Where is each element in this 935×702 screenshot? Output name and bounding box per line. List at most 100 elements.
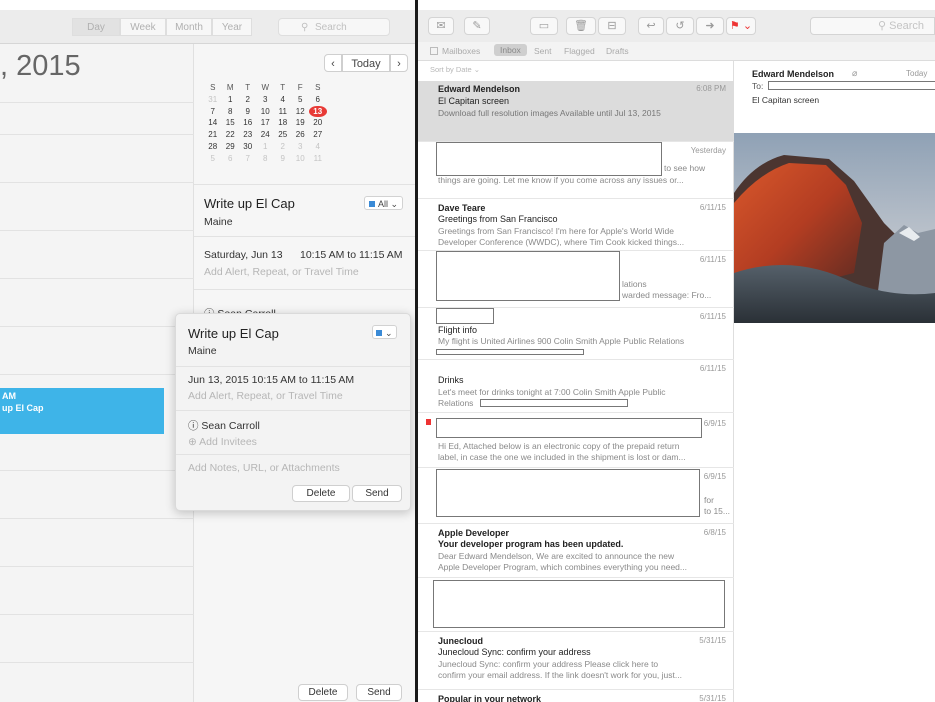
delete-button[interactable]: Delete	[298, 684, 348, 701]
next-button[interactable]: ›	[390, 54, 408, 72]
prev-button[interactable]: ‹	[324, 54, 342, 72]
message-row[interactable]: 6/9/15 for to 15...	[418, 468, 734, 524]
paperclip-icon[interactable]: ⌀	[852, 68, 857, 79]
popover-location[interactable]: Maine	[188, 345, 217, 357]
message-row[interactable]: 6/11/15 Drinks Let's meet for drinks ton…	[418, 360, 734, 413]
event-location[interactable]: Maine	[204, 216, 233, 228]
favorite-flagged[interactable]: Flagged	[564, 46, 595, 56]
mini-day[interactable]: 5	[292, 94, 310, 106]
mini-day[interactable]: 10	[257, 106, 275, 118]
message-row[interactable]: 6/11/15 Flight info My flight is United …	[418, 308, 734, 360]
mini-day[interactable]: 29	[222, 141, 240, 153]
popover-send-button[interactable]: Send	[352, 485, 402, 502]
add-invitees-field[interactable]: ⊕ Add Invitees	[188, 436, 257, 448]
mini-day-today[interactable]: 13	[309, 105, 327, 118]
mini-day[interactable]: 12	[292, 106, 310, 118]
mini-day[interactable]: 17	[257, 117, 275, 129]
mini-day[interactable]: 24	[257, 129, 275, 141]
mini-day[interactable]: 11	[309, 153, 327, 165]
mini-day[interactable]: 4	[274, 94, 292, 106]
mini-day[interactable]: 8	[222, 106, 240, 118]
message-row[interactable]	[418, 578, 734, 632]
mini-day[interactable]: 21	[204, 129, 222, 141]
sort-by-control[interactable]: Sort by Date ⌄	[430, 65, 480, 74]
mini-day[interactable]: 14	[204, 117, 222, 129]
tab-month[interactable]: Month	[166, 18, 212, 36]
today-button[interactable]: Today	[342, 54, 390, 72]
mini-day[interactable]: 11	[274, 106, 292, 118]
reading-from[interactable]: Edward Mendelson	[752, 69, 834, 79]
mini-day[interactable]: 23	[239, 129, 257, 141]
tab-week[interactable]: Week	[120, 18, 166, 36]
mini-day[interactable]: 30	[239, 141, 257, 153]
message-row-selected[interactable]: Edward Mendelson 6:08 PM El Capitan scre…	[418, 81, 734, 142]
tab-day[interactable]: Day	[72, 18, 120, 36]
mini-day[interactable]: 6	[309, 94, 327, 106]
junk-icon[interactable]: ⊟	[598, 17, 626, 35]
mini-day[interactable]: 1	[257, 141, 275, 153]
message-row[interactable]: Apple Developer 6/8/15 Your developer pr…	[418, 524, 734, 578]
archive-icon[interactable]: ▭	[530, 17, 558, 35]
message-row[interactable]: 6/11/15 lations warded message: Fro...	[418, 251, 734, 308]
favorite-drafts[interactable]: Drafts	[606, 46, 629, 56]
message-row[interactable]: Dave Teare 6/11/15 Greetings from San Fr…	[418, 199, 734, 251]
mini-day[interactable]: 3	[257, 94, 275, 106]
mini-day[interactable]: 31	[204, 94, 222, 106]
calendar-event-block[interactable]: AM up El Cap	[0, 388, 164, 434]
mini-day[interactable]: 16	[239, 117, 257, 129]
calendar-color-select[interactable]: ⌄	[372, 325, 397, 339]
mini-day[interactable]: 8	[257, 153, 275, 165]
favorite-inbox[interactable]: Inbox	[494, 44, 527, 56]
mini-day[interactable]: 10	[292, 153, 310, 165]
event-date[interactable]: Saturday, Jun 13	[204, 249, 283, 261]
alert-repeat-field[interactable]: Add Alert, Repeat, or Travel Time	[204, 266, 359, 278]
flag-icon[interactable]: ⚑ ⌄	[726, 17, 756, 35]
mini-day[interactable]: 7	[239, 153, 257, 165]
mini-day[interactable]: 4	[309, 141, 327, 153]
mailbox-toggle-icon[interactable]: ✉	[428, 17, 454, 35]
popover-title[interactable]: Write up El Cap	[188, 326, 279, 341]
popover-date-time[interactable]: Jun 13, 2015 10:15 AM to 11:15 AM	[188, 374, 354, 386]
calendar-select[interactable]: All ⌄	[364, 196, 404, 210]
reply-all-icon[interactable]: ↺	[666, 17, 694, 35]
mini-day[interactable]: 19	[292, 117, 310, 129]
day-view[interactable]: , 2015 AM up El Cap	[0, 44, 194, 702]
message-row[interactable]: 6/9/15 Hi Ed, Attached below is an elect…	[418, 413, 734, 468]
mini-day[interactable]: 6	[222, 153, 240, 165]
event-time[interactable]: 10:15 AM to 11:15 AM	[300, 249, 403, 261]
mini-day[interactable]: 28	[204, 141, 222, 153]
mini-day[interactable]: 22	[222, 129, 240, 141]
attached-image[interactable]	[734, 133, 935, 323]
notes-field[interactable]: Add Notes, URL, or Attachments	[188, 462, 340, 474]
mini-day[interactable]: 5	[204, 153, 222, 165]
popover-invitee[interactable]: ⓘ Sean Carroll	[188, 418, 260, 433]
mini-day[interactable]: 18	[274, 117, 292, 129]
mini-day[interactable]: 2	[274, 141, 292, 153]
popover-delete-button[interactable]: Delete	[292, 485, 350, 502]
mini-day[interactable]: 3	[292, 141, 310, 153]
trash-icon[interactable]: 🗑	[566, 17, 596, 35]
favorite-sent[interactable]: Sent	[534, 46, 552, 56]
mini-day[interactable]: 25	[274, 129, 292, 141]
mini-day[interactable]: 9	[239, 106, 257, 118]
mini-day[interactable]: 15	[222, 117, 240, 129]
mini-day[interactable]: 20	[309, 117, 327, 129]
mini-day[interactable]: 9	[274, 153, 292, 165]
reply-icon[interactable]: ↩	[638, 17, 664, 35]
mini-day[interactable]: 2	[239, 94, 257, 106]
popover-alert-field[interactable]: Add Alert, Repeat, or Travel Time	[188, 390, 343, 402]
send-button[interactable]: Send	[356, 684, 402, 701]
forward-icon[interactable]: ➜	[696, 17, 724, 35]
message-row[interactable]: Yesterday to see how things are going. L…	[418, 142, 734, 199]
mini-day[interactable]: 7	[204, 106, 222, 118]
message-row[interactable]: Junecloud 5/31/15 Junecloud Sync: confir…	[418, 632, 734, 690]
mini-day[interactable]: 27	[309, 129, 327, 141]
tab-year[interactable]: Year	[212, 18, 252, 36]
favorite-mailboxes[interactable]: Mailboxes	[442, 46, 480, 56]
mail-search-input[interactable]: ⚲ Search	[810, 17, 935, 35]
message-row[interactable]: Popular in your network 5/31/15	[418, 690, 734, 702]
mini-day[interactable]: 1	[222, 94, 240, 106]
calendar-search-input[interactable]: ⚲ Search	[278, 18, 390, 36]
compose-icon[interactable]: ✎	[464, 17, 490, 35]
event-title[interactable]: Write up El Cap	[204, 196, 295, 211]
